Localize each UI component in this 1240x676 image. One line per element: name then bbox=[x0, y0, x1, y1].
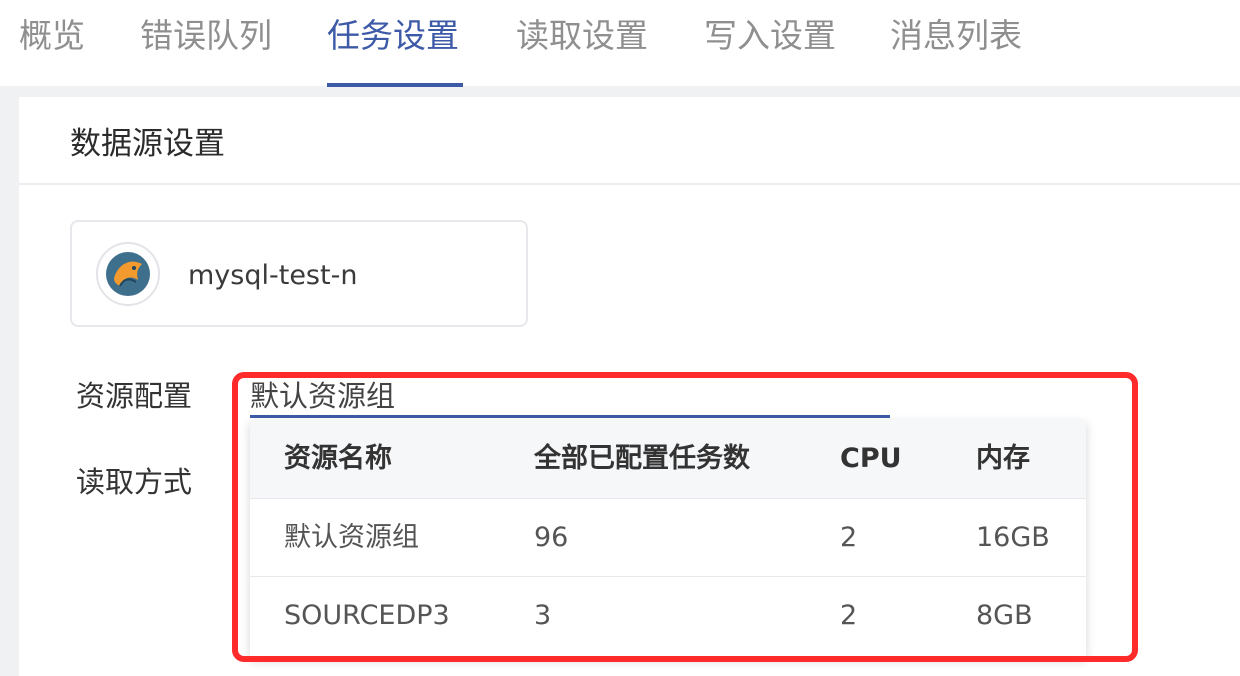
tab-message-list[interactable]: 消息列表 bbox=[890, 14, 1022, 58]
active-tab-indicator bbox=[327, 83, 463, 87]
mysql-dolphin-icon bbox=[96, 242, 160, 306]
highlight-box bbox=[232, 372, 1138, 662]
tab-bar: 概览 错误队列 任务设置 读取设置 写入设置 消息列表 bbox=[0, 0, 1240, 87]
resource-config-label: 资源配置 bbox=[76, 379, 193, 413]
tab-read-settings[interactable]: 读取设置 bbox=[516, 14, 648, 58]
tab-task-settings[interactable]: 任务设置 bbox=[327, 14, 459, 58]
datasource-card[interactable]: mysql-test-n bbox=[70, 220, 528, 327]
section-title: 数据源设置 bbox=[70, 126, 225, 162]
section-divider bbox=[19, 183, 1240, 185]
datasource-name: mysql-test-n bbox=[188, 260, 358, 291]
page: 概览 错误队列 任务设置 读取设置 写入设置 消息列表 数据源设置 mysql-… bbox=[0, 0, 1240, 676]
read-method-label: 读取方式 bbox=[76, 465, 193, 499]
tab-write-settings[interactable]: 写入设置 bbox=[704, 14, 836, 58]
tab-error-queue[interactable]: 错误队列 bbox=[140, 14, 272, 58]
tab-overview[interactable]: 概览 bbox=[19, 14, 85, 58]
